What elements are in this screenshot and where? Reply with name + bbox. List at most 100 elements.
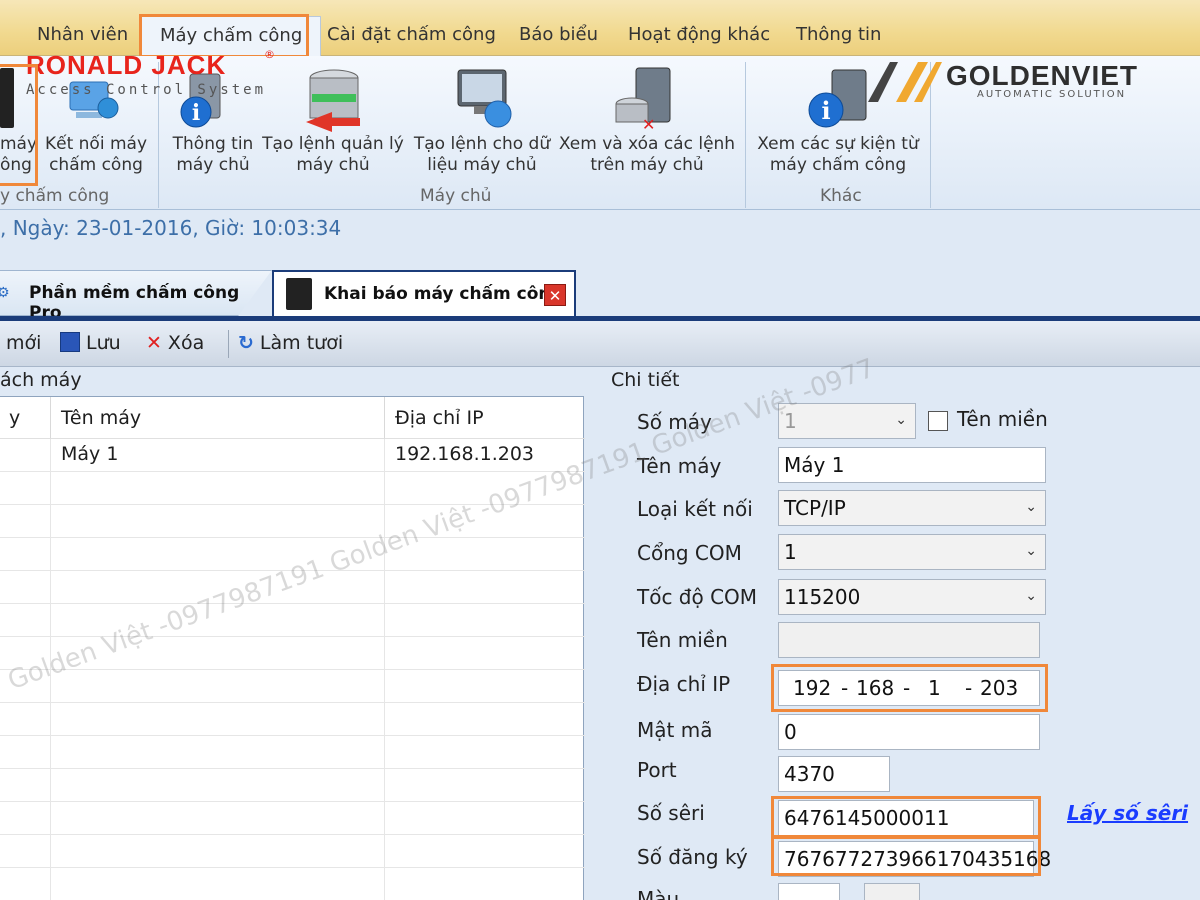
column-header[interactable]: Địa chỉ IP — [385, 397, 585, 439]
save-icon — [60, 332, 80, 352]
registered-mark: ® — [264, 48, 275, 61]
delete-icon: ✕ — [146, 332, 162, 354]
ronald-jack-logo: RONALD JACK — [26, 50, 227, 80]
connect-device-line1: Kết nối máy — [44, 134, 148, 154]
server-delete-line1: Xem và xóa các lệnh — [558, 134, 736, 154]
server-delete-icon: ✕ — [615, 67, 671, 132]
so-may-value: 1 — [784, 409, 797, 433]
dia-chi-ip-label: Địa chỉ IP — [637, 672, 731, 696]
menu-cai-dat-cham-cong[interactable]: Cài đặt chấm công — [327, 24, 496, 45]
toolbar: mới Lưu ✕ Xóa ↻ Làm tươi — [0, 321, 1200, 367]
loai-ket-noi-label: Loại kết nối — [637, 497, 753, 521]
refresh-label: Làm tươi — [259, 332, 344, 354]
chevron-down-icon: ⌄ — [1025, 543, 1037, 559]
svg-text:✕: ✕ — [642, 115, 655, 132]
goldenviet-tagline: AUTOMATIC SOLUTION — [977, 89, 1127, 100]
device-events-line1: Xem các sự kiện từ — [757, 134, 919, 154]
server-delete-button[interactable]: Xem và xóa các lệnh trên máy chủ — [558, 134, 736, 176]
refresh-icon: ↻ — [238, 332, 254, 354]
menu-bao-bieu[interactable]: Báo biểu — [519, 24, 598, 45]
column-header[interactable]: y — [0, 397, 51, 439]
registration-highlight-box — [771, 836, 1041, 876]
delete-button[interactable]: ✕ Xóa — [146, 332, 204, 354]
table-row[interactable] — [0, 505, 585, 538]
toolbar-separator — [228, 330, 229, 358]
tab-khai-bao-may-cham-cong[interactable]: Khai báo máy chấm công ✕ — [272, 270, 576, 316]
column-header[interactable]: Tên máy — [51, 397, 385, 439]
cong-com-select[interactable]: 1 ⌄ — [778, 534, 1046, 570]
table-row[interactable] — [0, 571, 585, 604]
server-delete-line2: trên máy chủ — [590, 155, 704, 175]
svg-text:i: i — [821, 96, 830, 125]
device-tab-icon — [286, 278, 312, 310]
table-cell: Máy 1 — [51, 439, 385, 472]
so-dang-ky-label: Số đăng ký — [637, 845, 748, 869]
toc-do-com-value: 115200 — [784, 585, 861, 609]
table-cell — [0, 439, 51, 472]
tab-label: Khai báo máy chấm công — [324, 284, 563, 304]
so-seri-label: Số sêri — [637, 801, 705, 825]
server-info-button[interactable]: Thông tin máy chủ — [168, 134, 258, 176]
menu-thong-tin[interactable]: Thông tin — [796, 24, 881, 45]
table-row[interactable] — [0, 604, 585, 637]
connect-device-icon — [69, 81, 119, 119]
chevron-down-icon: ⌄ — [1025, 588, 1037, 604]
table-row[interactable] — [0, 736, 585, 769]
ten-mien-checkbox[interactable] — [928, 411, 948, 431]
table-row[interactable] — [0, 703, 585, 736]
port-label: Port — [637, 758, 677, 782]
table-row[interactable] — [0, 472, 585, 505]
table-row[interactable] — [0, 670, 585, 703]
cong-com-value: 1 — [784, 540, 797, 564]
color-picker-button[interactable] — [864, 883, 920, 900]
ribbon-highlight-box — [0, 64, 38, 186]
refresh-button[interactable]: ↻ Làm tươi — [238, 332, 343, 354]
server-command-line2: máy chủ — [296, 155, 370, 175]
close-icon[interactable]: ✕ — [544, 284, 566, 306]
table-row[interactable] — [0, 835, 585, 868]
table-row[interactable] — [0, 637, 585, 670]
ten-mien-label: Tên miền — [637, 628, 728, 652]
ronald-jack-tagline: Access Control System — [26, 82, 267, 98]
table-row[interactable] — [0, 538, 585, 571]
connect-device-button[interactable]: Kết nối máy chấm công — [44, 134, 148, 176]
toc-do-com-label: Tốc độ COM — [637, 585, 758, 609]
server-command-button[interactable]: Tạo lệnh quản lý máy chủ — [262, 134, 404, 176]
get-serial-link[interactable]: Lấy số sêri — [1067, 801, 1188, 825]
save-button[interactable]: Lưu — [60, 332, 121, 354]
toc-do-com-select[interactable]: 115200 ⌄ — [778, 579, 1046, 615]
new-button[interactable]: mới — [6, 332, 41, 354]
ten-may-input[interactable]: Máy 1 — [778, 447, 1046, 483]
device-list-title: ách máy — [0, 369, 82, 391]
so-may-select[interactable]: 1 ⌄ — [778, 403, 916, 439]
server-data-button[interactable]: Tạo lệnh cho dữ liệu máy chủ — [412, 134, 552, 176]
device-list-grid[interactable]: y Tên máy Địa chỉ IP Máy 1 192.168.1.203 — [0, 396, 585, 900]
so-may-label: Số máy — [637, 410, 712, 434]
server-command-line1: Tạo lệnh quản lý — [262, 134, 404, 154]
mat-ma-input[interactable]: 0 — [778, 714, 1040, 750]
tab-phan-mem-cham-cong[interactable]: ⚙ Phần mềm chấm công Pro — [0, 270, 272, 316]
ten-mien-input[interactable] — [778, 622, 1040, 658]
mat-ma-label: Mật mã — [637, 718, 713, 742]
serial-highlight-box — [771, 796, 1041, 838]
server-info-line2: máy chủ — [176, 155, 250, 175]
device-events-button[interactable]: Xem các sự kiện từ máy chấm công — [754, 134, 922, 176]
server-command-icon — [306, 69, 360, 132]
ten-mien-check-label: Tên miền — [957, 407, 1048, 431]
mau-input[interactable] — [778, 883, 840, 900]
menu-nhan-vien[interactable]: Nhân viên — [37, 24, 128, 45]
ribbon-separator — [745, 62, 746, 208]
port-input[interactable]: 4370 — [778, 756, 890, 792]
app-icon: ⚙ — [0, 285, 10, 301]
menu-hoat-dong-khac[interactable]: Hoạt động khác — [628, 24, 770, 45]
table-row[interactable] — [0, 769, 585, 802]
server-info-line1: Thông tin — [172, 134, 254, 154]
table-row[interactable] — [0, 802, 585, 835]
ip-highlight-box — [771, 664, 1048, 712]
loai-ket-noi-select[interactable]: TCP/IP ⌄ — [778, 490, 1046, 526]
ribbon-group1-label: y chấm công — [0, 186, 110, 206]
table-row[interactable] — [0, 868, 585, 900]
ribbon-group3-label: Khác — [820, 186, 862, 206]
ribbon-group2-label: Máy chủ — [420, 186, 492, 206]
table-row[interactable]: Máy 1 192.168.1.203 — [0, 439, 585, 472]
